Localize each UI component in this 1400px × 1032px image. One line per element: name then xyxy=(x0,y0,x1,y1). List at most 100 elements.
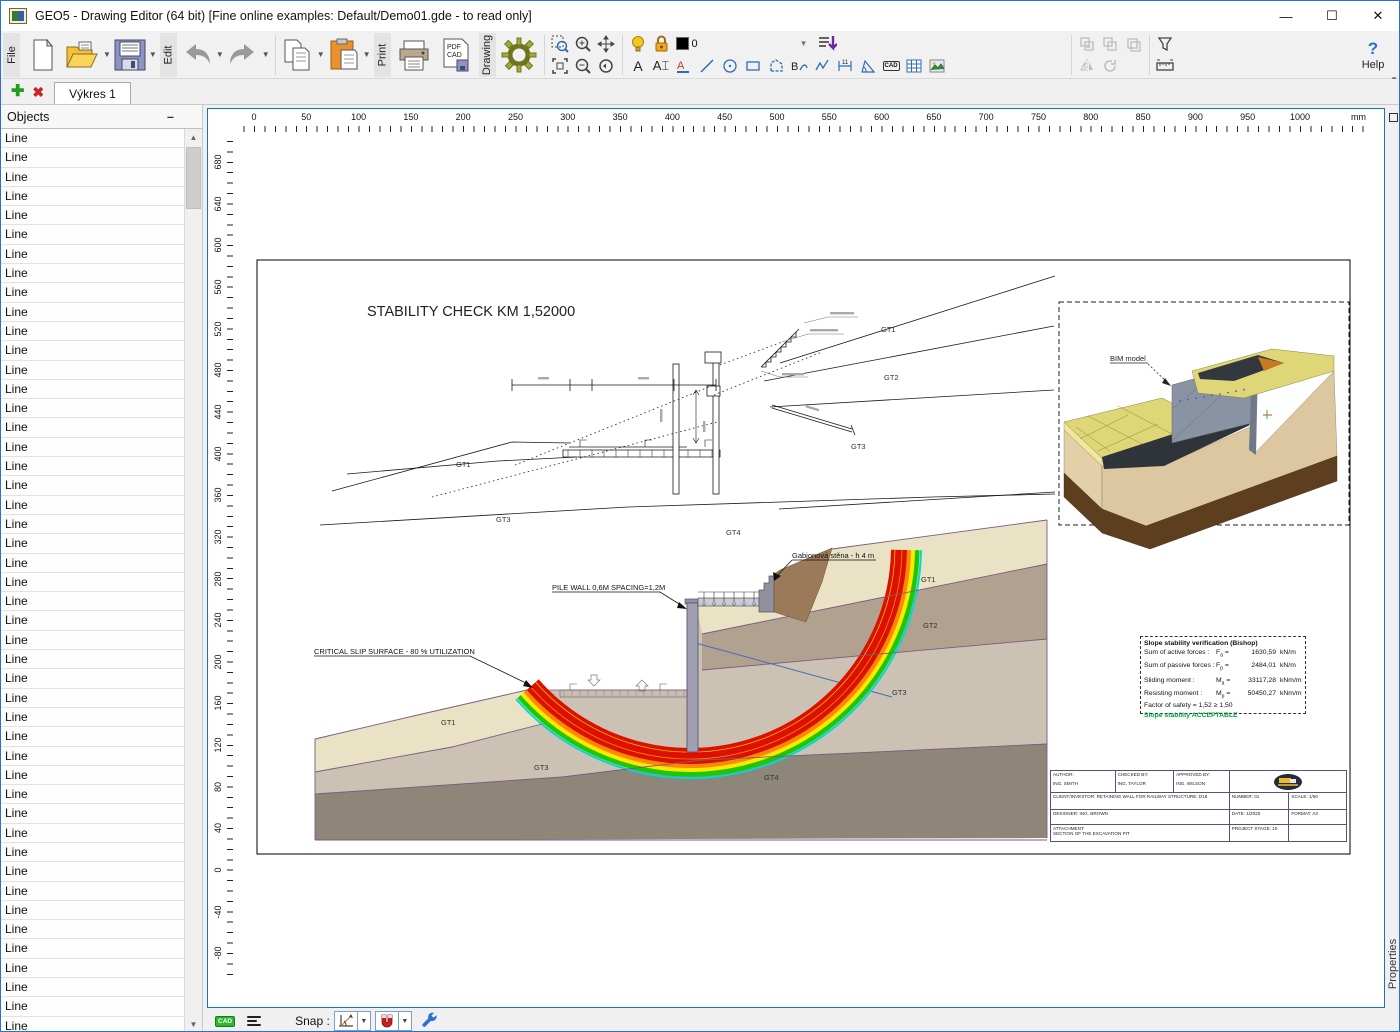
paste-button[interactable]: ▼ xyxy=(327,33,371,77)
file-menu[interactable]: File xyxy=(3,32,20,77)
remove-sheet-button[interactable]: ✖ xyxy=(32,84,44,101)
edit-menu[interactable]: Edit xyxy=(159,32,177,77)
zoom-window-button[interactable] xyxy=(549,33,572,54)
list-item-line[interactable]: Line xyxy=(1,399,185,419)
circle-tool[interactable] xyxy=(719,55,742,76)
ruler-options-icon[interactable] xyxy=(1388,113,1398,122)
list-item-line[interactable]: Line xyxy=(1,746,185,766)
pan-button[interactable] xyxy=(595,33,618,54)
undo-dropdown[interactable]: ▼ xyxy=(216,50,224,59)
list-item-line[interactable]: Line xyxy=(1,302,185,322)
list-item-line[interactable]: Line xyxy=(1,650,185,670)
rectangle-tool[interactable] xyxy=(742,55,765,76)
list-item-line[interactable]: Line xyxy=(1,553,185,573)
bezier-tool[interactable]: B xyxy=(788,55,811,76)
list-item-line[interactable]: Line xyxy=(1,978,185,998)
open-dropdown[interactable]: ▼ xyxy=(103,50,111,59)
list-item-line[interactable]: Line xyxy=(1,765,185,786)
add-sheet-button[interactable]: ✚ xyxy=(11,81,24,101)
switch-layer-button[interactable] xyxy=(816,33,839,54)
save-dropdown[interactable]: ▼ xyxy=(149,50,157,59)
properties-tab[interactable]: Properties xyxy=(1386,932,1399,996)
list-item-line[interactable]: Line xyxy=(1,206,185,226)
help-button[interactable]: ? Help xyxy=(1351,39,1395,71)
insert-cad-icon[interactable]: CAD xyxy=(880,55,903,76)
list-item-line[interactable]: Line xyxy=(1,534,185,554)
list-item-line[interactable]: Line xyxy=(1,727,185,747)
list-item-line[interactable]: Line xyxy=(1,862,185,882)
list-item-line[interactable]: Line xyxy=(1,707,185,728)
list-item-line[interactable]: Line xyxy=(1,418,185,438)
list-item-line[interactable]: Line xyxy=(1,476,185,496)
minimize-button[interactable]: — xyxy=(1263,1,1309,31)
list-item-line[interactable]: Line xyxy=(1,688,185,708)
copy-button[interactable]: ▼ xyxy=(281,33,325,77)
zoom-previous-button[interactable] xyxy=(595,55,618,76)
list-item-line[interactable]: Line xyxy=(1,997,185,1017)
list-item-line[interactable]: Line xyxy=(1,842,185,863)
print-menu[interactable]: Print xyxy=(373,32,391,77)
cad-mode-badge[interactable]: CAD xyxy=(215,1015,236,1027)
snap-magnet-dropdown[interactable]: ▼ xyxy=(398,1011,412,1031)
list-item-line[interactable]: Line xyxy=(1,129,185,149)
list-item-line[interactable]: Line xyxy=(1,244,185,265)
drawing-menu[interactable]: Drawing xyxy=(478,32,496,77)
snap-magnet-button[interactable] xyxy=(374,1011,399,1031)
settings-button[interactable] xyxy=(499,33,539,77)
drawing-canvas[interactable]: GT1 GT3 GT4 GT1 GT2 GT3 BIM model CRITIC… xyxy=(207,108,1385,1008)
insert-image-tool[interactable] xyxy=(926,55,949,76)
list-item-line[interactable]: Line xyxy=(1,939,185,959)
redo-dropdown[interactable]: ▼ xyxy=(262,50,270,59)
drawing-svg[interactable]: GT1 GT3 GT4 GT1 GT2 GT3 BIM model CRITIC… xyxy=(208,109,1384,1005)
list-item-line[interactable]: Line xyxy=(1,669,185,689)
visibility-bulb-icon[interactable] xyxy=(627,33,650,54)
objects-scrollbar[interactable]: ▲ ▼ xyxy=(184,129,202,1031)
list-item-line[interactable]: Line xyxy=(1,167,185,187)
list-item-line[interactable]: Line xyxy=(1,592,185,612)
snap-angle-button[interactable] xyxy=(333,1011,358,1031)
polygon-tool[interactable] xyxy=(765,55,788,76)
list-item-line[interactable]: Line xyxy=(1,437,185,458)
insert-table-tool[interactable] xyxy=(903,55,926,76)
undo-button[interactable]: ▼ xyxy=(180,33,224,77)
list-item-line[interactable]: Line xyxy=(1,379,185,400)
polyline-tool[interactable] xyxy=(811,55,834,76)
print-button[interactable] xyxy=(394,33,434,77)
copy-dropdown[interactable]: ▼ xyxy=(317,50,325,59)
dimension-tool[interactable]: 11 xyxy=(834,55,857,76)
tab-vykres-1[interactable]: Výkres 1 xyxy=(54,82,131,104)
color-swatch[interactable] xyxy=(675,37,689,50)
text-style-tool[interactable]: A xyxy=(673,55,696,76)
snap-settings-button[interactable] xyxy=(420,1010,438,1032)
text-edit-tool[interactable]: A⌶ xyxy=(650,55,673,76)
close-button[interactable]: ✕ xyxy=(1355,1,1399,31)
list-item-line[interactable]: Line xyxy=(1,495,185,515)
list-item-line[interactable]: Line xyxy=(1,900,185,921)
list-item-line[interactable]: Line xyxy=(1,611,185,631)
measure-ruler-button[interactable] xyxy=(1154,55,1177,76)
line-tool[interactable] xyxy=(696,55,719,76)
list-item-line[interactable]: Line xyxy=(1,785,185,805)
scroll-up-arrow[interactable]: ▲ xyxy=(185,129,202,146)
list-item-line[interactable]: Line xyxy=(1,225,185,245)
scroll-down-arrow[interactable]: ▼ xyxy=(185,1016,202,1031)
list-item-line[interactable]: Line xyxy=(1,514,185,535)
list-item-line[interactable]: Line xyxy=(1,360,185,380)
filter-button[interactable] xyxy=(1154,33,1177,54)
new-file-button[interactable] xyxy=(23,33,63,77)
lock-icon[interactable] xyxy=(650,33,673,54)
list-item-line[interactable]: Line xyxy=(1,881,185,901)
zoom-extents-button[interactable] xyxy=(549,55,572,76)
list-item-line[interactable]: Line xyxy=(1,1016,185,1031)
list-item-line[interactable]: Line xyxy=(1,920,185,940)
list-item-line[interactable]: Line xyxy=(1,572,185,593)
zoom-out-button[interactable] xyxy=(572,55,595,76)
list-item-line[interactable]: Line xyxy=(1,457,185,477)
list-item-line[interactable]: Line xyxy=(1,630,185,651)
open-file-button[interactable]: ▼ xyxy=(65,33,111,77)
list-item-line[interactable]: Line xyxy=(1,186,185,207)
maximize-button[interactable]: ☐ xyxy=(1309,1,1355,31)
snap-angle-dropdown[interactable]: ▼ xyxy=(357,1011,371,1031)
list-item-line[interactable]: Line xyxy=(1,264,185,284)
angle-dimension-tool[interactable] xyxy=(857,55,880,76)
